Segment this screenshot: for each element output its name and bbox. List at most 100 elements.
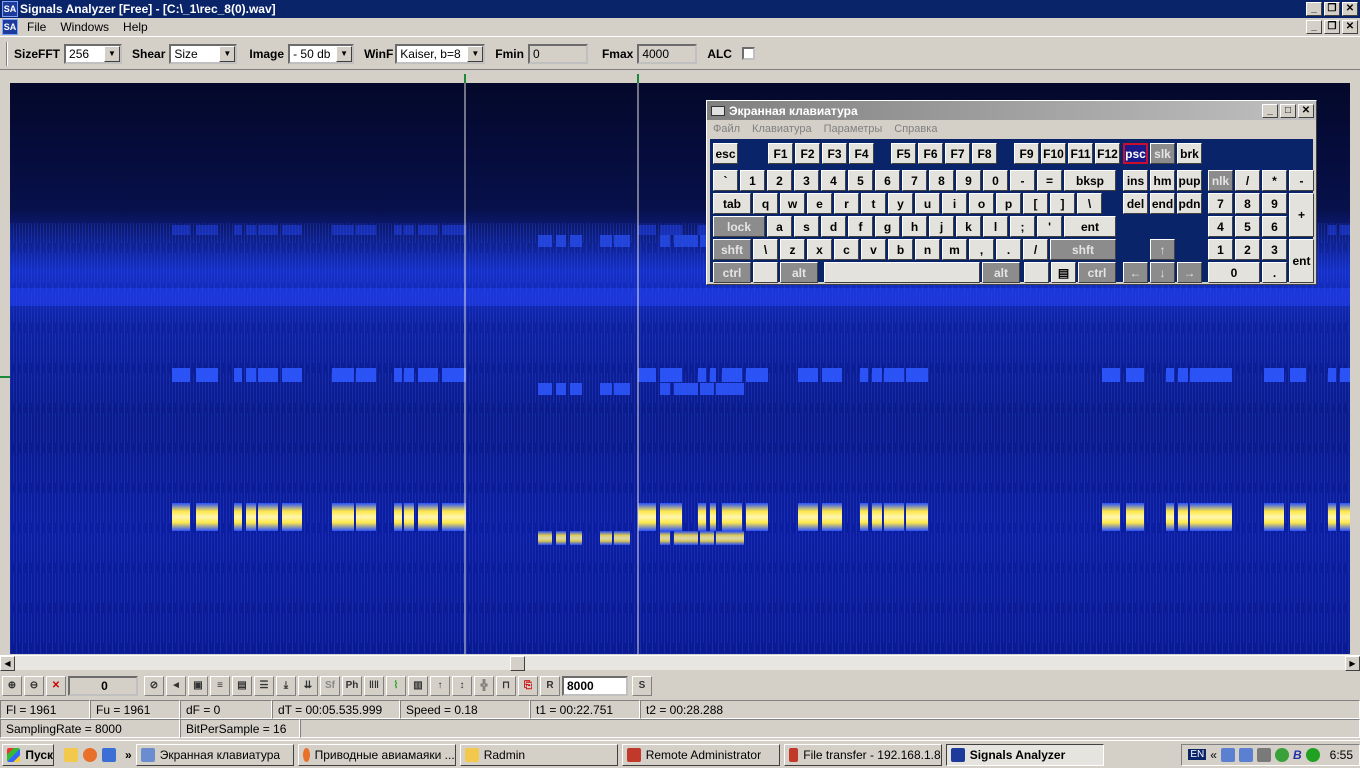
key-bottom-13[interactable]: ↑	[1150, 239, 1175, 260]
task-radmin[interactable]: Radmin	[459, 743, 618, 766]
key-home-2[interactable]: s	[794, 216, 819, 237]
zoom-in-icon[interactable]: ⊕	[2, 675, 22, 696]
key-top-12[interactable]: ]	[1050, 193, 1075, 214]
key-home-1[interactable]: a	[767, 216, 792, 237]
shear-select[interactable]: Size ▼	[169, 43, 238, 64]
key-num-0[interactable]: `	[713, 170, 738, 191]
folder-icon[interactable]	[64, 747, 78, 762]
scroll-left-button[interactable]: ◀	[0, 656, 15, 671]
key-num-8[interactable]: 8	[929, 170, 954, 191]
chevron-down-icon[interactable]: ▼	[467, 45, 484, 62]
key-bottom-15[interactable]: 2	[1235, 239, 1260, 260]
lr-icon[interactable]: ↕	[452, 675, 472, 696]
comb-icon[interactable]: ǁǁ	[364, 675, 384, 696]
key-F2[interactable]: F2	[795, 143, 820, 164]
phase-button[interactable]: Ph	[342, 675, 362, 696]
key-brk[interactable]: brk	[1177, 143, 1202, 164]
graph-icon[interactable]: ⌇	[386, 675, 406, 696]
network-icon[interactable]	[1238, 747, 1253, 762]
key-top-3[interactable]: e	[807, 193, 832, 214]
key-top-6[interactable]: y	[888, 193, 913, 214]
winf-select[interactable]: Kaiser, b=8 ▼	[395, 43, 486, 64]
key-sym18[interactable]: /	[1235, 170, 1260, 191]
key-top-1[interactable]: q	[753, 193, 778, 214]
key-F3[interactable]: F3	[822, 143, 847, 164]
key-top-11[interactable]: [	[1023, 193, 1048, 214]
page-icon[interactable]: ▤	[232, 675, 252, 696]
key-top-9[interactable]: o	[969, 193, 994, 214]
sizefft-select[interactable]: 256 ▼	[64, 43, 123, 64]
s-button[interactable]: S	[632, 675, 652, 696]
tray-expand-icon[interactable]: «	[1210, 748, 1217, 762]
key-bottom-9[interactable]: ,	[969, 239, 994, 260]
key-num-5[interactable]: 5	[848, 170, 873, 191]
doc-close-button[interactable]: ✕	[1342, 20, 1358, 34]
key-top-15[interactable]: end	[1150, 193, 1175, 214]
key-F12[interactable]: F12	[1095, 143, 1120, 164]
key-home-14[interactable]: 5	[1235, 216, 1260, 237]
key-sym20[interactable]: -	[1289, 170, 1314, 191]
doc-restore-button[interactable]: ❐	[1324, 20, 1340, 34]
osk-menu-file[interactable]: Файл	[707, 123, 746, 135]
export-icon[interactable]: ⎘	[518, 675, 538, 696]
key-top-10[interactable]: p	[996, 193, 1021, 214]
key-bottom-17[interactable]: ent	[1289, 239, 1314, 283]
key-bottom-16[interactable]: 3	[1262, 239, 1287, 260]
key-psc[interactable]: psc	[1123, 143, 1148, 164]
key-F8[interactable]: F8	[972, 143, 997, 164]
key-home-7[interactable]: j	[929, 216, 954, 237]
key-F1[interactable]: F1	[768, 143, 793, 164]
key-bottom-6[interactable]: b	[888, 239, 913, 260]
menu-windows[interactable]: Windows	[53, 20, 116, 34]
rate-field[interactable]: 8000	[562, 675, 628, 696]
key-bottom-2[interactable]: z	[780, 239, 805, 260]
key-esc[interactable]: esc	[713, 143, 738, 164]
key-top-20[interactable]: +	[1289, 193, 1314, 237]
key-pup[interactable]: pup	[1177, 170, 1202, 191]
key-bottom-0[interactable]: shft	[713, 239, 751, 260]
key-F9[interactable]: F9	[1014, 143, 1039, 164]
key-bottom-1[interactable]: \	[753, 239, 778, 260]
key-arrow-right[interactable]: →	[1177, 262, 1202, 283]
menu-key-icon[interactable]: ▤	[1051, 262, 1076, 283]
stop-icon[interactable]: ⊘	[144, 675, 164, 696]
desktop-icon[interactable]	[102, 747, 116, 762]
key-F10[interactable]: F10	[1041, 143, 1066, 164]
key-num-dot[interactable]: .	[1262, 262, 1287, 283]
key-bottom-11[interactable]: /	[1023, 239, 1048, 260]
key-num-3[interactable]: 3	[794, 170, 819, 191]
key-arrow-down[interactable]: ↓	[1150, 262, 1175, 283]
r-button[interactable]: R	[540, 675, 560, 696]
key-F11[interactable]: F11	[1068, 143, 1093, 164]
key-num-0[interactable]: 0	[1208, 262, 1260, 283]
task-signals-analyzer[interactable]: Signals Analyzer	[945, 743, 1104, 766]
key-num-6[interactable]: 6	[875, 170, 900, 191]
osk-maximize-button[interactable]: □	[1280, 103, 1296, 118]
firefox-icon[interactable]	[83, 747, 97, 762]
key-num-4[interactable]: 4	[821, 170, 846, 191]
chevron-right-icon[interactable]: »	[125, 748, 132, 762]
key-top-16[interactable]: pdn	[1177, 193, 1202, 214]
speaker-icon[interactable]: ◄	[166, 675, 186, 696]
down-double-icon[interactable]: ⇊	[298, 675, 318, 696]
key-top-2[interactable]: w	[780, 193, 805, 214]
key-num-12[interactable]: =	[1037, 170, 1062, 191]
osk-close-button[interactable]: ✕	[1298, 103, 1314, 118]
key-F7[interactable]: F7	[945, 143, 970, 164]
key-num-7[interactable]: 7	[902, 170, 927, 191]
key-num-10[interactable]: 0	[983, 170, 1008, 191]
marker-icon[interactable]: ↑	[430, 675, 450, 696]
key-home-13[interactable]: 4	[1208, 216, 1233, 237]
key-home-3[interactable]: d	[821, 216, 846, 237]
image-select[interactable]: - 50 db ▼	[288, 43, 355, 64]
key-home-8[interactable]: k	[956, 216, 981, 237]
key-top-0[interactable]: tab	[713, 193, 751, 214]
delete-icon[interactable]: ✕	[46, 675, 66, 696]
key-num-2[interactable]: 2	[767, 170, 792, 191]
key-alt-left[interactable]: alt	[780, 262, 818, 283]
key-home-11[interactable]: '	[1037, 216, 1062, 237]
key-home-9[interactable]: l	[983, 216, 1008, 237]
key-top-13[interactable]: \	[1077, 193, 1102, 214]
doc-minimize-button[interactable]: _	[1306, 20, 1322, 34]
key-bottom-12[interactable]: shft	[1050, 239, 1116, 260]
